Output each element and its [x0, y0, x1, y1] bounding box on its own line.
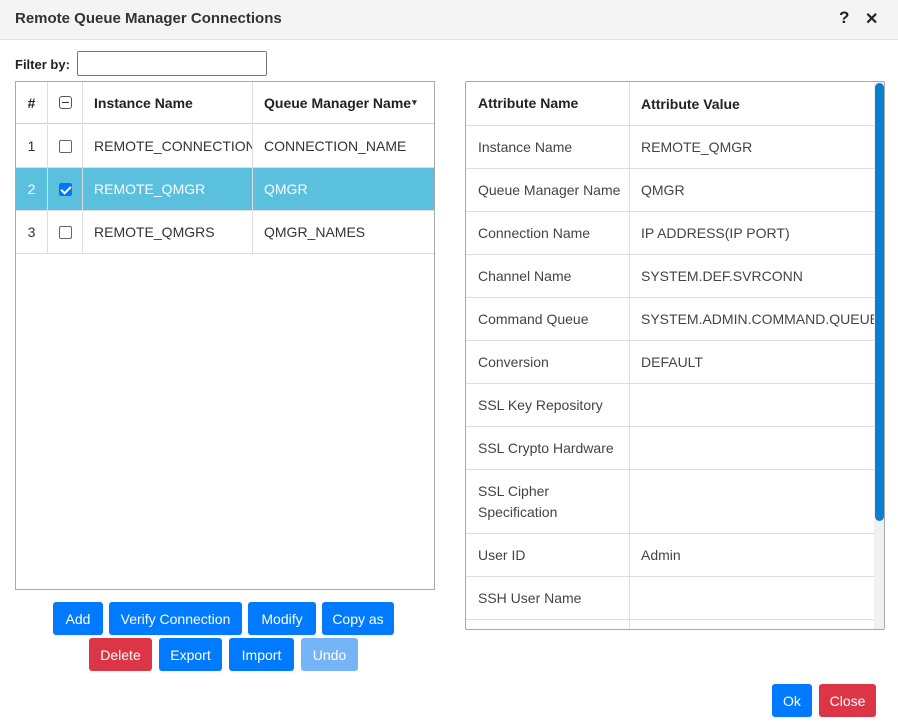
attribute-row: Conversion DEFAULT	[466, 341, 874, 384]
attribute-name: Conversion	[466, 341, 630, 383]
table-row[interactable]: 1 REMOTE_CONNECTION CONNECTION_NAME	[16, 125, 434, 168]
modify-button[interactable]: Modify	[248, 602, 316, 635]
row-instance-name[interactable]: REMOTE_QMGR	[83, 168, 253, 210]
attribute-row: SSH User Name	[466, 577, 874, 620]
attribute-row: Instance Name REMOTE_QMGR	[466, 126, 874, 169]
copy-as-button[interactable]: Copy as	[322, 602, 394, 635]
attribute-value-header: Attribute Value	[641, 95, 740, 112]
table-row[interactable]: 3 REMOTE_QMGRS QMGR_NAMES	[16, 211, 434, 254]
attribute-name: Command Queue	[466, 298, 630, 340]
attribute-name: SSL Key Repository	[466, 384, 630, 426]
add-button[interactable]: Add	[53, 602, 103, 635]
attribute-row: SSL Key Repository	[466, 384, 874, 427]
attribute-value	[630, 470, 874, 533]
attribute-value: SYSTEM.ADMIN.COMMAND.QUEUE	[641, 311, 874, 327]
filter-label: Filter by:	[15, 57, 70, 72]
attribute-name: SSL Cipher Specification	[466, 470, 630, 533]
row-queue-manager-name[interactable]: QMGR_NAMES	[253, 211, 434, 253]
attribute-name: Channel Name	[466, 255, 630, 297]
attribute-value	[630, 384, 874, 426]
attribute-name: Instance Name	[466, 126, 630, 168]
row-checkbox-cell[interactable]	[48, 125, 83, 167]
undo-button[interactable]: Undo	[301, 638, 358, 671]
instance-table: # Instance Name Queue Manager Name ▾ 1 R…	[15, 81, 435, 590]
attribute-row: Command Queue SYSTEM.ADMIN.COMMAND.QUEUE	[466, 298, 874, 341]
export-button[interactable]: Export	[159, 638, 222, 671]
attribute-name: SSH User Name	[466, 577, 630, 619]
attributes-header-row: Attribute Name Attribute Value	[466, 82, 874, 126]
attribute-name	[466, 620, 630, 629]
attribute-row-partial	[466, 620, 874, 629]
verify-connection-button[interactable]: Verify Connection	[109, 602, 242, 635]
attribute-row: Channel Name SYSTEM.DEF.SVRCONN	[466, 255, 874, 298]
attribute-value	[630, 577, 874, 619]
row-number: 1	[16, 125, 48, 167]
column-header-queue-manager-label: Queue Manager Name	[264, 94, 412, 111]
import-button[interactable]: Import	[229, 638, 294, 671]
attribute-value: QMGR	[641, 182, 685, 198]
row-number: 2	[16, 168, 48, 210]
dialog-titlebar: Remote Queue Manager Connections ? ✕	[0, 0, 898, 40]
column-header-queue-manager-name[interactable]: Queue Manager Name ▾	[253, 82, 434, 123]
attributes-panel: Attribute Name Attribute Value Instance …	[465, 81, 885, 630]
attribute-row: Queue Manager Name QMGR	[466, 169, 874, 212]
row-queue-manager-name[interactable]: CONNECTION_NAME	[253, 125, 434, 167]
help-icon[interactable]: ?	[839, 8, 849, 28]
scrollbar-thumb[interactable]	[875, 83, 884, 521]
attribute-value: DEFAULT	[641, 354, 703, 370]
attribute-name: Queue Manager Name	[466, 169, 630, 211]
attribute-row: SSL Cipher Specification	[466, 470, 874, 534]
attribute-value: REMOTE_QMGR	[641, 139, 753, 155]
select-all-cell[interactable]	[48, 82, 83, 123]
row-instance-name[interactable]: REMOTE_CONNECTION	[83, 125, 253, 167]
sort-desc-icon[interactable]: ▾	[412, 97, 417, 108]
filter-input[interactable]	[77, 51, 267, 76]
attribute-row: User ID Admin	[466, 534, 874, 577]
attribute-name: Connection Name	[466, 212, 630, 254]
close-button[interactable]: Close	[819, 684, 876, 717]
close-icon[interactable]: ✕	[865, 9, 878, 29]
ok-button[interactable]: Ok	[772, 684, 812, 717]
attribute-name: SSL Crypto Hardware	[466, 427, 630, 469]
column-header-num: #	[16, 82, 48, 123]
delete-button[interactable]: Delete	[89, 638, 152, 671]
column-header-instance-label: Instance Name	[94, 94, 193, 111]
row-checkbox[interactable]	[58, 139, 72, 153]
row-checkbox-cell[interactable]	[48, 168, 83, 210]
attribute-value: SYSTEM.DEF.SVRCONN	[641, 268, 803, 284]
dialog-title: Remote Queue Manager Connections	[15, 10, 282, 27]
row-checkbox-cell[interactable]	[48, 211, 83, 253]
row-number: 3	[16, 211, 48, 253]
column-header-instance-name[interactable]: Instance Name	[83, 82, 253, 123]
select-all-checkbox[interactable]	[58, 96, 72, 109]
row-instance-name[interactable]: REMOTE_QMGRS	[83, 211, 253, 253]
attribute-row: SSL Crypto Hardware	[466, 427, 874, 470]
attribute-value	[630, 427, 874, 469]
attribute-value: IP ADDRESS(IP PORT)	[641, 225, 790, 241]
attribute-value: Admin	[641, 547, 681, 563]
attribute-value	[630, 620, 874, 629]
attribute-name: User ID	[466, 534, 630, 576]
table-row-selected[interactable]: 2 REMOTE_QMGR QMGR	[16, 168, 434, 211]
table-header-row: # Instance Name Queue Manager Name ▾	[16, 82, 434, 124]
row-checkbox[interactable]	[58, 225, 72, 239]
row-queue-manager-name[interactable]: QMGR	[253, 168, 434, 210]
row-checkbox-checked[interactable]	[58, 182, 72, 196]
attribute-row: Connection Name IP ADDRESS(IP PORT)	[466, 212, 874, 255]
attribute-name-header: Attribute Name	[466, 82, 630, 125]
